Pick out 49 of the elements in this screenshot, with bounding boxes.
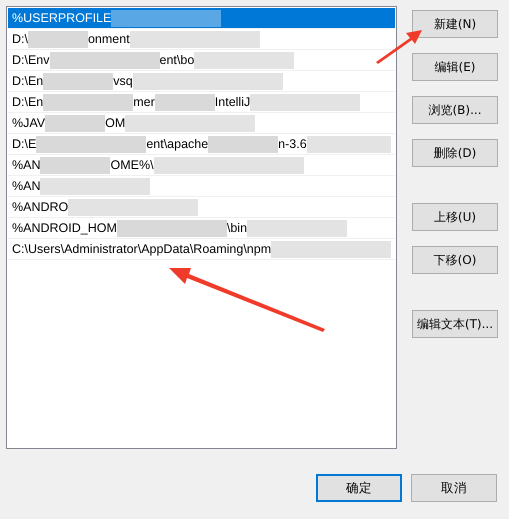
path-text: D:\Env — [12, 52, 50, 69]
path-text: D:\ — [12, 30, 28, 48]
path-text: %USERPROFILE — [12, 10, 112, 27]
path-text: D:\E — [12, 136, 36, 153]
side-button[interactable]: 新建(N) — [412, 10, 498, 38]
side-button[interactable]: 编辑文本(T)... — [412, 310, 498, 338]
path-text: D:\En — [12, 94, 44, 111]
path-text: n-3.6 — [278, 136, 307, 153]
path-text: C:\Users\Administrator\AppData\Roaming\npm — [12, 240, 272, 258]
blur-patch — [43, 72, 114, 90]
list-item[interactable]: D:\En mer IntelliJ — [8, 92, 395, 113]
blur-patch — [208, 136, 278, 152]
blur-patch — [45, 114, 106, 132]
list-item[interactable]: %JAV OM — [8, 113, 395, 134]
side-button[interactable]: 上移(U) — [412, 203, 498, 231]
path-text: IntelliJ — [214, 94, 250, 111]
blur-patch — [40, 156, 110, 174]
list-item[interactable]: D:\En vsq — [8, 71, 395, 92]
side-button[interactable]: 下移(O) — [412, 246, 498, 274]
path-text: %JAV — [12, 114, 46, 132]
blur-patch — [28, 30, 88, 48]
dialog-button[interactable]: 取消 — [411, 474, 497, 502]
path-text: onment — [88, 30, 130, 48]
list-item[interactable]: D:\Env ent\bo — [8, 50, 395, 71]
list-item[interactable]: %AN OME%\ — [8, 155, 395, 176]
path-text: %ANDRO — [12, 198, 68, 216]
dialog-button[interactable]: 确定 — [316, 474, 402, 502]
side-button[interactable]: 编辑(E) — [412, 53, 498, 81]
list-item[interactable]: D:\E ent\apache n-3.6 — [8, 134, 395, 155]
list-item[interactable]: %ANDROID_HOM \bin — [8, 218, 395, 239]
list-item[interactable]: %USERPROFILE — [8, 8, 395, 29]
path-text: vsq — [113, 72, 133, 90]
path-text: %ANDROID_HOM — [12, 220, 117, 237]
list-item[interactable]: %AN — [8, 176, 395, 197]
list-item[interactable]: %ANDRO — [8, 197, 395, 218]
side-button[interactable]: 浏览(B)... — [412, 96, 498, 124]
path-text: OME%\ — [110, 156, 154, 174]
path-text: ent\apache — [146, 136, 208, 153]
path-text: ent\bo — [160, 52, 194, 69]
path-text: %AN — [12, 156, 40, 174]
path-text: %AN — [12, 178, 40, 195]
path-text: OM — [105, 114, 126, 132]
path-text: \bin — [226, 220, 248, 237]
list-item[interactable]: D:\ onment — [8, 29, 395, 50]
path-text: mer — [133, 94, 155, 111]
list-item[interactable]: C:\Users\Administrator\AppData\Roaming\npm — [8, 239, 395, 260]
path-text: D:\En — [12, 72, 44, 90]
blur-patch — [154, 94, 215, 110]
side-button[interactable]: 删除(D) — [412, 139, 498, 167]
